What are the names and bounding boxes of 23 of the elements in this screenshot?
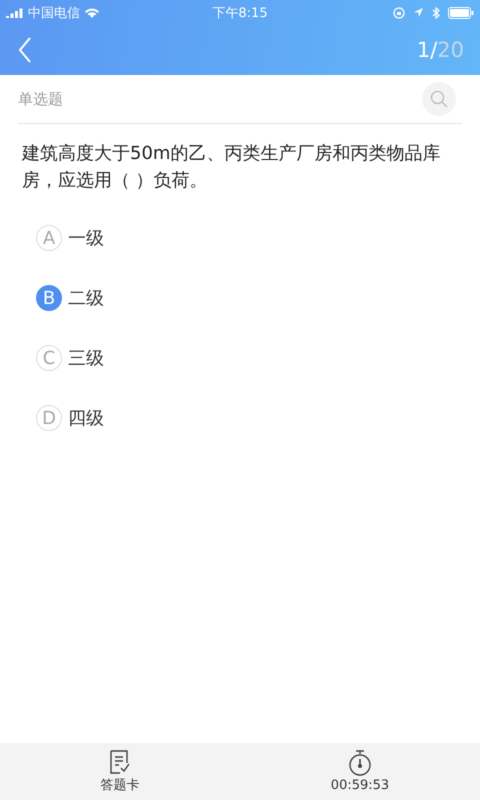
wifi-icon [84,6,100,18]
current-question-number: 1/ [416,38,438,62]
search-icon [430,90,448,108]
question-type: 单选题 [18,90,63,108]
search-button[interactable] [422,82,456,116]
option-text[interactable]: 三级 [68,346,104,370]
rotation-lock-icon [393,6,405,18]
option-text[interactable]: 二级 [68,286,104,310]
answer-card-tab[interactable]: 答题卡 [0,743,240,800]
total-question-count: 20 [437,38,464,62]
carrier-name: 中国电信 [28,4,80,22]
back-icon[interactable] [18,37,32,63]
status-time: 下午8:15 [211,4,269,22]
timer-tab[interactable]: 00:59:53 [240,743,480,800]
question-text: 建筑高度大于50m的乙、丙类生产厂房和丙类物品库房，应选用（ ）负荷。 [20,142,442,193]
option-text[interactable]: 一级 [68,226,104,250]
bluetooth-icon [432,6,440,18]
checklist-icon [110,750,130,774]
signal-icon [6,8,24,18]
battery-icon [448,6,474,18]
location-icon [413,7,424,18]
stopwatch-icon [348,750,372,776]
option-text[interactable]: 四级 [68,406,104,430]
